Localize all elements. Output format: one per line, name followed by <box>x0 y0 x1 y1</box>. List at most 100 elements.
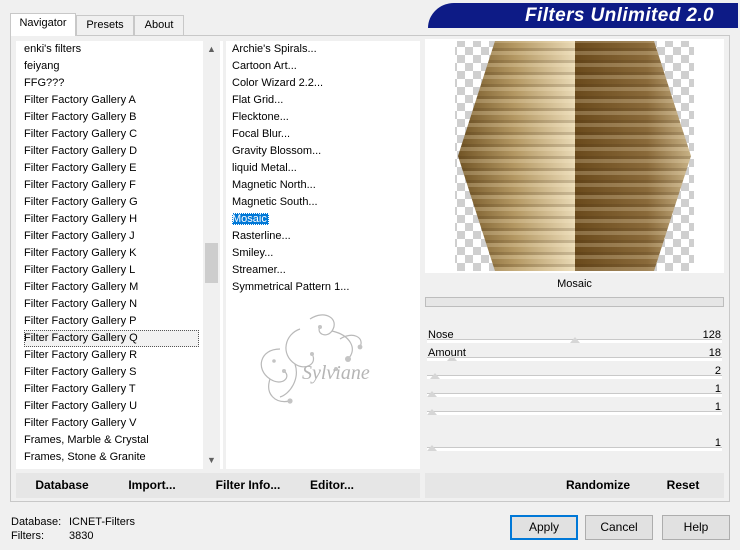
param-slider-track[interactable] <box>427 411 722 415</box>
filter-item[interactable]: Focal Blur... <box>232 126 412 143</box>
category-item[interactable]: Filter Factory Gallery S <box>24 364 199 381</box>
apply-button[interactable]: Apply <box>510 515 578 540</box>
database-button[interactable]: Database <box>24 473 100 498</box>
category-item[interactable]: Filter Factory Gallery K <box>24 245 199 262</box>
category-item[interactable]: Filter Factory Gallery H <box>24 211 199 228</box>
param-name: Amount <box>428 347 466 359</box>
filter-item[interactable]: Archie's Spirals... <box>232 41 412 58</box>
category-item[interactable]: Filter Factory Gallery N <box>24 296 199 313</box>
category-scrollbar[interactable]: ▲ ▼ <box>203 41 220 469</box>
filter-item-label: liquid Metal... <box>232 162 297 174</box>
cancel-button[interactable]: Cancel <box>585 515 653 540</box>
filter-item[interactable]: Flat Grid... <box>232 92 412 109</box>
randomize-button[interactable]: Randomize <box>555 473 641 498</box>
preview-toolbar: Randomize Reset <box>425 473 724 498</box>
filter-item-label: Gravity Blossom... <box>232 145 322 157</box>
param-slider-thumb[interactable] <box>427 407 437 415</box>
filter-item[interactable]: Symmetrical Pattern 1... <box>232 279 412 296</box>
category-item[interactable]: Filter Factory Gallery T <box>24 381 199 398</box>
tab-presets[interactable]: Presets <box>76 15 134 35</box>
param-slider-row: 1 <box>425 434 724 452</box>
category-item[interactable]: Filter Factory Gallery R <box>24 347 199 364</box>
category-item[interactable]: Filter Factory Gallery C <box>24 126 199 143</box>
filter-item[interactable]: Smiley... <box>232 245 412 262</box>
filter-item[interactable]: Flecktone... <box>232 109 412 126</box>
filter-item[interactable]: Gravity Blossom... <box>232 143 412 160</box>
category-item[interactable]: Filter Factory Gallery A <box>24 92 199 109</box>
category-item[interactable]: Filter Factory Gallery V <box>24 415 199 432</box>
filter-item[interactable]: Color Wizard 2.2... <box>232 75 412 92</box>
param-slider-track[interactable] <box>427 357 722 361</box>
category-item[interactable]: enki's filters <box>24 41 199 58</box>
filter-item[interactable]: liquid Metal... <box>232 160 412 177</box>
sylviane-watermark-logo: Sylviane <box>260 314 370 404</box>
filter-item-label: Flecktone... <box>232 111 289 123</box>
category-item[interactable]: Filter Factory Gallery Q <box>24 330 199 347</box>
preview-progress-bar <box>425 297 724 307</box>
filter-item[interactable]: Magnetic South... <box>232 194 412 211</box>
filter-parameters: Nose 128 Amount 18 2 1 1 1 <box>425 326 724 452</box>
category-item[interactable]: Frames, Marble & Crystal <box>24 432 199 449</box>
param-slider-track[interactable] <box>427 447 722 451</box>
reset-button[interactable]: Reset <box>653 473 713 498</box>
param-slider-track[interactable] <box>427 375 722 379</box>
category-item[interactable]: Frames, Stone & Granite <box>24 449 199 466</box>
param-slider-row: Amount 18 <box>425 344 724 362</box>
filter-item-label: Mosaic <box>232 213 269 225</box>
param-slider-thumb[interactable] <box>427 443 437 451</box>
filter-item[interactable]: Rasterline... <box>232 228 412 245</box>
param-slider-track[interactable] <box>427 393 722 397</box>
filter-list[interactable]: Archie's Spirals... Cartoon Art... Color W… <box>226 41 420 469</box>
category-item[interactable]: Filter Factory Gallery U <box>24 398 199 415</box>
filter-item[interactable]: Cartoon Art... <box>232 58 412 75</box>
param-slider-thumb[interactable] <box>427 389 437 397</box>
param-slider-thumb[interactable] <box>569 335 580 343</box>
filter-item-label: Magnetic North... <box>232 179 316 191</box>
filter-item[interactable]: Streamer... <box>232 262 412 279</box>
param-slider-thumb[interactable] <box>429 371 440 379</box>
category-item[interactable]: Filter Factory Gallery B <box>24 109 199 126</box>
navigator-toolbar: Database Import... Filter Info... Editor… <box>16 473 420 498</box>
editor-button[interactable]: Editor... <box>301 473 363 498</box>
category-item[interactable]: Filter Factory Gallery E <box>24 160 199 177</box>
param-slider-row: 1 <box>425 380 724 398</box>
scroll-down-arrow-icon[interactable]: ▼ <box>203 452 220 469</box>
database-label: Database: <box>11 516 62 528</box>
filter-item[interactable]: Magnetic North... <box>232 177 412 194</box>
param-name: Nose <box>428 329 454 341</box>
category-item[interactable]: feiyang <box>24 58 199 75</box>
filter-item-label: Rasterline... <box>232 230 291 242</box>
param-value: 18 <box>708 347 721 359</box>
import-button[interactable]: Import... <box>116 473 188 498</box>
category-item[interactable]: Filter Factory Gallery L <box>24 262 199 279</box>
param-value: 128 <box>702 329 721 341</box>
scrollbar-thumb[interactable] <box>205 243 218 283</box>
preview-image <box>425 39 724 273</box>
filter-item-label: Focal Blur... <box>232 128 291 140</box>
filter-item[interactable]: Mosaic <box>232 211 412 228</box>
param-value: 1 <box>714 437 721 449</box>
category-item[interactable]: Frames, Textured <box>24 466 199 469</box>
category-item[interactable]: Filter Factory Gallery G <box>24 194 199 211</box>
param-slider-row: Nose 128 <box>425 326 724 344</box>
scroll-up-arrow-icon[interactable]: ▲ <box>203 41 220 58</box>
category-item[interactable]: Filter Factory Gallery D <box>24 143 199 160</box>
filter-item-label: Smiley... <box>232 247 274 259</box>
category-list[interactable]: enki's filters feiyang FFG??? Filter Factor… <box>16 41 223 469</box>
category-item[interactable]: FFG??? <box>24 75 199 92</box>
param-slider-row: 1 <box>425 398 724 416</box>
filter-info-button[interactable]: Filter Info... <box>200 473 296 498</box>
category-item[interactable]: Filter Factory Gallery J <box>24 228 199 245</box>
filters-count-label: Filters: <box>11 530 44 542</box>
help-button[interactable]: Help <box>662 515 730 540</box>
tab-about[interactable]: About <box>134 15 184 35</box>
category-item[interactable]: Filter Factory Gallery M <box>24 279 199 296</box>
filters-count-value: 3830 <box>69 530 94 542</box>
filter-item-label: Color Wizard 2.2... <box>232 77 324 89</box>
param-slider-row <box>425 416 724 434</box>
category-item[interactable]: Filter Factory Gallery P <box>24 313 199 330</box>
tab-navigator[interactable]: Navigator <box>10 13 76 36</box>
filter-item-label: Cartoon Art... <box>232 60 297 72</box>
filter-item-label: Symmetrical Pattern 1... <box>232 281 350 293</box>
category-item[interactable]: Filter Factory Gallery F <box>24 177 199 194</box>
